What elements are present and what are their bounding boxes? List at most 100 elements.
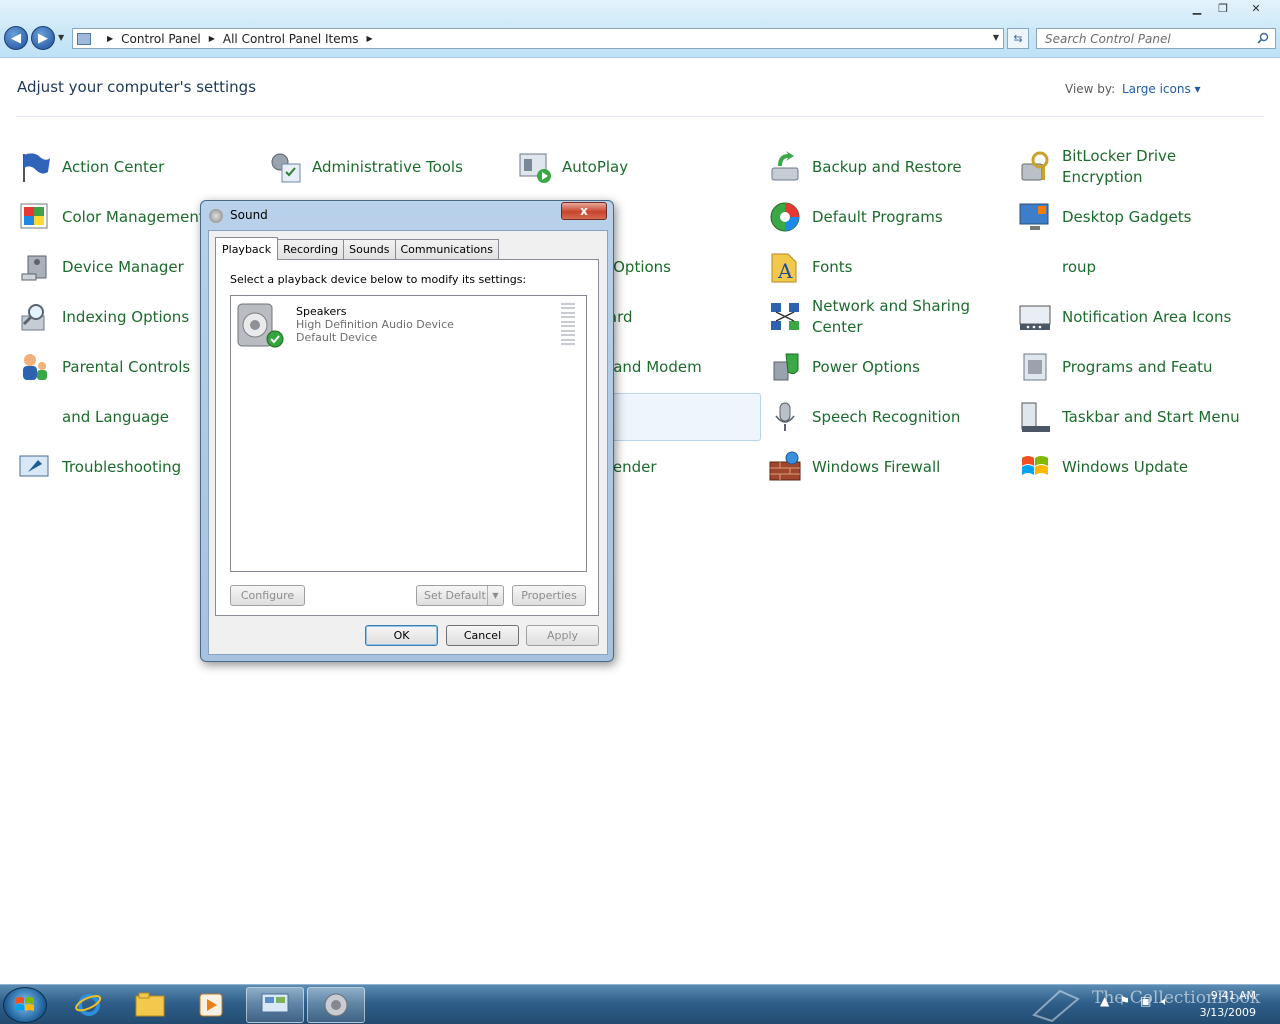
- control-panel-item-label: Action Center: [62, 157, 165, 176]
- speaker-icon: [324, 993, 348, 1017]
- color-icon: [18, 200, 52, 234]
- speaker-device-icon: [237, 303, 284, 348]
- internet-explorer-icon: [75, 994, 102, 1016]
- bitlocker-icon: [1018, 150, 1052, 184]
- control-panel-item-notification-area-icons[interactable]: Notification Area Icons: [1016, 293, 1261, 341]
- control-panel-item-network-and-sharing-center[interactable]: Network and Sharing Center: [766, 293, 1011, 341]
- chevron-right-icon[interactable]: ▶: [107, 34, 113, 43]
- taskbar-sound[interactable]: [307, 987, 365, 1023]
- device-status: Default Device: [296, 331, 378, 344]
- apply-button[interactable]: Apply: [526, 625, 599, 646]
- cancel-button[interactable]: Cancel: [446, 625, 519, 646]
- control-panel-item-administrative-tools[interactable]: Administrative Tools: [266, 143, 511, 191]
- close-button[interactable]: ✕: [1236, 0, 1276, 17]
- device-description: High Definition Audio Device: [296, 318, 454, 331]
- control-panel-item-fonts[interactable]: A Fonts: [766, 243, 1011, 291]
- breadcrumb-all-items[interactable]: All Control Panel Items: [223, 32, 359, 46]
- control-panel-item-bitlocker-drive-encryption[interactable]: BitLocker Drive Encryption: [1016, 143, 1261, 191]
- tab-sounds[interactable]: Sounds: [343, 239, 396, 259]
- control-panel-item-label: Windows Update: [1062, 457, 1189, 476]
- control-panel-item-speech-recognition[interactable]: Speech Recognition: [766, 393, 1011, 441]
- clock-date[interactable]: 3/13/2009: [1200, 1006, 1256, 1019]
- search-input[interactable]: Search Control Panel: [1036, 28, 1276, 49]
- refresh-button[interactable]: ⇆: [1007, 28, 1029, 49]
- chevron-down-icon[interactable]: ▼: [487, 586, 503, 605]
- control-panel-item-label: BitLocker Drive Encryption: [1062, 147, 1177, 186]
- chevron-right-icon[interactable]: ▶: [367, 34, 373, 43]
- dialog-close-button[interactable]: x: [561, 202, 607, 220]
- indexing-icon: [18, 300, 52, 334]
- control-panel-item-label: Power Options: [812, 357, 920, 376]
- start-button[interactable]: [3, 987, 47, 1023]
- control-panel-icon: [77, 32, 91, 45]
- control-panel-item-label: Backup and Restore: [812, 157, 962, 176]
- folder-icon: [135, 992, 165, 1017]
- control-panel-item-label: and Language: [62, 407, 170, 426]
- control-panel-item-windows-firewall[interactable]: Windows Firewall: [766, 443, 1011, 491]
- chevron-right-icon[interactable]: ▶: [209, 34, 215, 43]
- notification-icon: [1018, 300, 1052, 334]
- control-panel-item-label: Device Manager: [62, 257, 184, 276]
- control-panel-item-backup-and-restore[interactable]: Backup and Restore: [766, 143, 1011, 191]
- update-icon: [1018, 450, 1052, 484]
- volume-meter: [561, 303, 575, 345]
- control-panel-item-windows-update[interactable]: Windows Update: [1016, 443, 1261, 491]
- properties-button[interactable]: Properties: [512, 585, 586, 606]
- dialog-title: Sound: [230, 208, 268, 222]
- control-panel-item-default-programs[interactable]: Default Programs: [766, 193, 1011, 241]
- control-panel-item-taskbar-and-start-menu[interactable]: Taskbar and Start Menu: [1016, 393, 1261, 441]
- taskbar-explorer[interactable]: [121, 987, 179, 1023]
- set-default-button[interactable]: Set Default ▼: [416, 585, 504, 606]
- title-address-bar: ▁ ❐ ✕ ◀ ▶ ▼ ▶ Control Panel ▶ All Contro…: [0, 0, 1280, 58]
- view-by-dropdown[interactable]: Large icons ▾: [1122, 82, 1201, 96]
- recent-pages-dropdown[interactable]: ▼: [58, 33, 64, 42]
- control-panel-item-programs-and-featu[interactable]: Programs and Featu: [1016, 343, 1261, 391]
- back-button[interactable]: ◀: [4, 26, 28, 50]
- control-panel-item-roup[interactable]: roup: [1016, 243, 1261, 291]
- device-list[interactable]: Speakers High Definition Audio Device De…: [230, 295, 587, 572]
- network-icon[interactable]: ▣: [1140, 994, 1151, 1009]
- action-center-flag-icon[interactable]: ⚑: [1119, 994, 1130, 1009]
- mic-icon: [768, 400, 802, 434]
- maximize-button[interactable]: ❐: [1210, 0, 1236, 17]
- clock-time[interactable]: 9:41 AM: [1211, 989, 1256, 1002]
- control-panel-item-action-center[interactable]: Action Center: [16, 143, 261, 191]
- svg-text:A: A: [777, 259, 793, 283]
- taskbar-control-panel[interactable]: [246, 987, 304, 1023]
- address-bar[interactable]: ▶ Control Panel ▶ All Control Panel Item…: [72, 28, 1004, 49]
- control-panel-item-label: Notification Area Icons: [1062, 307, 1232, 326]
- control-panel-item-label: roup: [1062, 257, 1097, 276]
- search-icon[interactable]: [1257, 32, 1269, 44]
- forward-button[interactable]: ▶: [31, 26, 55, 50]
- control-panel-item-power-options[interactable]: Power Options: [766, 343, 1011, 391]
- volume-icon[interactable]: 🔈︎: [1161, 994, 1168, 1009]
- tab-communications[interactable]: Communications: [394, 239, 499, 259]
- device-item[interactable]: Speakers High Definition Audio Device De…: [231, 296, 586, 352]
- tab-recording[interactable]: Recording: [277, 239, 345, 259]
- breadcrumb-control-panel[interactable]: Control Panel: [121, 32, 201, 46]
- address-dropdown-icon[interactable]: ▼: [993, 33, 999, 42]
- speaker-icon: [209, 209, 223, 223]
- control-panel-item-desktop-gadgets[interactable]: Desktop Gadgets: [1016, 193, 1261, 241]
- taskbar-media-player[interactable]: [182, 987, 240, 1023]
- tab-playback[interactable]: Playback: [215, 237, 279, 260]
- taskbar-ie[interactable]: [60, 987, 118, 1023]
- control-panel-item-label: Windows Firewall: [812, 457, 941, 476]
- playback-panel: Select a playback device below to modify…: [215, 259, 599, 616]
- control-panel-item-autoplay[interactable]: AutoPlay: [516, 143, 761, 191]
- control-panel-item-label: Color Management: [62, 207, 205, 226]
- parental-icon: [18, 350, 52, 384]
- control-panel-item-label: Troubleshooting: [62, 457, 182, 476]
- search-placeholder: Search Control Panel: [1045, 31, 1171, 46]
- backup-icon: [768, 150, 802, 184]
- configure-button[interactable]: Configure: [230, 585, 305, 606]
- show-hidden-icons-icon[interactable]: ▲: [1100, 994, 1109, 1009]
- taskbar-icon: [1018, 400, 1052, 434]
- firewall-icon: [768, 450, 802, 484]
- autoplay-icon: [518, 150, 552, 184]
- ok-button[interactable]: OK: [365, 625, 438, 646]
- minimize-button[interactable]: ▁: [1184, 0, 1210, 17]
- control-panel-item-label: Fonts: [812, 257, 853, 276]
- tools-icon: [268, 150, 302, 184]
- media-player-icon: [199, 993, 223, 1017]
